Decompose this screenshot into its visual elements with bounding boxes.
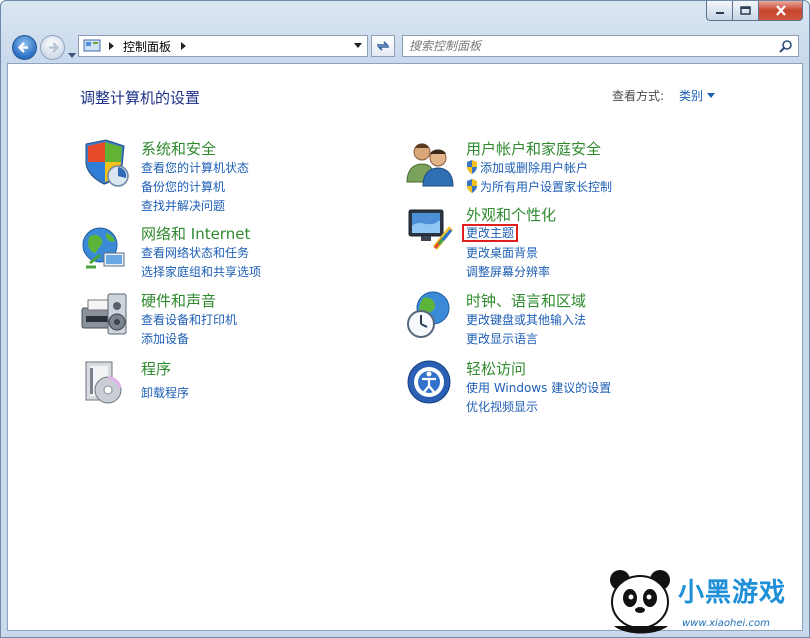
breadcrumb-control-panel[interactable]: 控制面板 <box>123 38 171 55</box>
link-homegroup-sharing[interactable]: 选择家庭组和共享选项 <box>141 263 261 280</box>
network-icon[interactable] <box>80 223 130 273</box>
link-devices-printers[interactable]: 查看设备和打印机 <box>141 311 237 328</box>
link-change-display-language[interactable]: 更改显示语言 <box>466 330 538 347</box>
link-parental-controls-text[interactable]: 为所有用户设置家长控制 <box>480 180 612 194</box>
clock-region-icon[interactable] <box>405 290 455 340</box>
system-security-icon[interactable] <box>80 138 130 188</box>
caption-buttons <box>706 1 803 21</box>
link-add-device[interactable]: 添加设备 <box>141 330 189 347</box>
uac-shield-icon <box>467 179 477 193</box>
close-button[interactable] <box>759 1 803 21</box>
minimize-button[interactable] <box>706 1 733 21</box>
recent-pages-dropdown[interactable] <box>68 44 76 63</box>
highlight-box: 更改主题 <box>462 224 519 242</box>
back-arrow-icon <box>17 42 28 53</box>
link-change-theme[interactable]: 更改主题 <box>462 224 519 242</box>
search-box[interactable] <box>402 35 799 57</box>
appearance-icon[interactable] <box>405 204 455 254</box>
view-by-label: 查看方式: <box>612 89 665 103</box>
breadcrumb-separator-icon[interactable] <box>109 42 115 50</box>
link-optimize-visual-display[interactable]: 优化视频显示 <box>466 398 538 415</box>
user-accounts-icon[interactable] <box>405 138 455 188</box>
link-uninstall-program[interactable]: 卸载程序 <box>141 384 189 401</box>
category-title-user-accounts[interactable]: 用户帐户和家庭安全 <box>466 138 601 159</box>
chevron-down-icon <box>68 53 76 58</box>
ease-of-access-icon[interactable] <box>405 358 455 408</box>
link-add-remove-accounts-text[interactable]: 添加或删除用户帐户 <box>480 161 588 175</box>
address-dropdown-icon[interactable] <box>354 43 362 49</box>
search-input[interactable] <box>403 37 779 55</box>
refresh-button[interactable] <box>371 35 395 57</box>
panda-mascot-icon <box>610 570 670 634</box>
back-button[interactable] <box>12 35 37 60</box>
watermark-url: www.xiaohei.com <box>682 618 770 629</box>
address-bar[interactable]: 控制面板 <box>78 35 368 57</box>
view-by-value[interactable]: 类别 <box>679 87 703 104</box>
category-title-programs[interactable]: 程序 <box>141 358 171 379</box>
link-view-network-status[interactable]: 查看网络状态和任务 <box>141 244 249 261</box>
link-change-desktop-background[interactable]: 更改桌面背景 <box>466 244 538 261</box>
close-icon <box>775 5 786 16</box>
minimize-icon <box>715 11 724 14</box>
link-view-computer-status[interactable]: 查看您的计算机状态 <box>141 159 249 176</box>
watermark-logo: 小黑游戏 www.xiaohei.com <box>606 566 806 636</box>
link-windows-suggested-settings[interactable]: 使用 Windows 建议的设置 <box>466 379 611 396</box>
link-adjust-resolution[interactable]: 调整屏幕分辨率 <box>466 263 550 280</box>
category-title-clock-region[interactable]: 时钟、语言和区域 <box>466 290 586 311</box>
control-panel-icon <box>83 39 101 52</box>
forward-button[interactable] <box>40 35 65 60</box>
category-title-ease-of-access[interactable]: 轻松访问 <box>466 358 526 379</box>
refresh-icon <box>377 41 389 51</box>
forward-arrow-icon <box>49 42 60 53</box>
watermark-title: 小黑游戏 <box>678 578 787 608</box>
category-title-hardware-sound[interactable]: 硬件和声音 <box>141 290 216 311</box>
programs-icon[interactable] <box>80 358 130 408</box>
link-change-keyboard[interactable]: 更改键盘或其他输入法 <box>466 311 586 328</box>
page-title: 调整计算机的设置 <box>80 89 201 107</box>
category-title-appearance[interactable]: 外观和个性化 <box>466 204 556 225</box>
category-title-system-security[interactable]: 系统和安全 <box>141 138 216 159</box>
breadcrumb-separator-icon[interactable] <box>181 42 187 50</box>
maximize-button[interactable] <box>733 1 759 21</box>
maximize-icon <box>740 6 751 15</box>
link-parental-controls[interactable]: 为所有用户设置家长控制 <box>466 178 612 195</box>
link-find-fix-problems[interactable]: 查找并解决问题 <box>141 197 225 214</box>
link-add-remove-accounts[interactable]: 添加或删除用户帐户 <box>466 159 588 176</box>
uac-shield-icon <box>467 160 477 174</box>
category-title-network-internet[interactable]: 网络和 Internet <box>141 223 250 244</box>
link-backup-computer[interactable]: 备份您的计算机 <box>141 178 225 195</box>
link-change-theme-text[interactable]: 更改主题 <box>466 226 514 240</box>
hardware-sound-icon[interactable] <box>80 290 130 340</box>
view-by-dropdown[interactable]: 类别 <box>679 87 716 104</box>
chevron-down-icon <box>707 93 716 98</box>
search-icon[interactable] <box>779 39 793 53</box>
